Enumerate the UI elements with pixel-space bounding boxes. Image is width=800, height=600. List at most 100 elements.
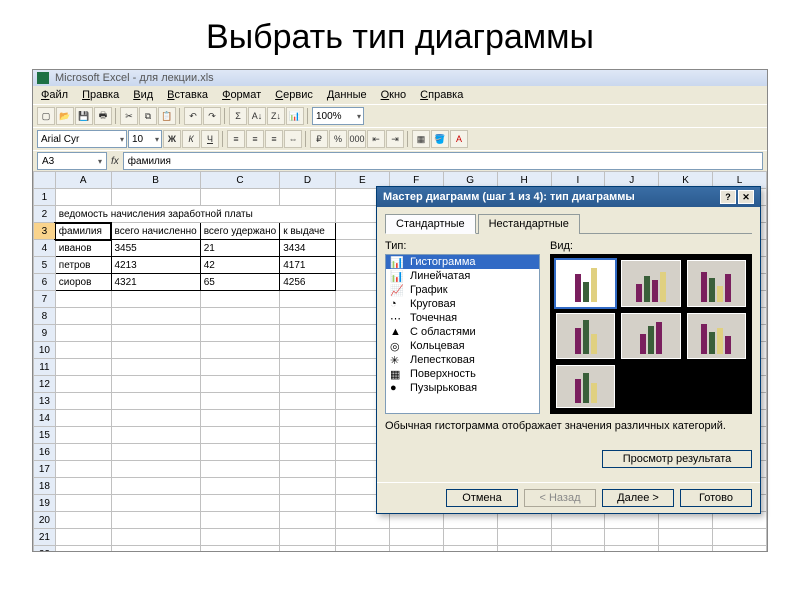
decrease-indent-icon[interactable]: ⇤ xyxy=(367,130,385,148)
cell[interactable]: к выдаче xyxy=(280,223,336,240)
cell[interactable] xyxy=(200,461,280,478)
back-button[interactable]: < Назад xyxy=(524,489,596,507)
cell[interactable] xyxy=(443,512,497,529)
cell[interactable] xyxy=(55,444,111,461)
currency-icon[interactable]: ₽ xyxy=(310,130,328,148)
cell[interactable] xyxy=(55,376,111,393)
chart-subtype-option[interactable] xyxy=(621,313,680,360)
font-size-combo[interactable]: 10 xyxy=(128,130,162,148)
cut-icon[interactable]: ✂ xyxy=(120,107,138,125)
cell[interactable] xyxy=(111,342,200,359)
row-header[interactable]: 4 xyxy=(34,240,56,257)
italic-icon[interactable]: К xyxy=(182,130,200,148)
cell[interactable] xyxy=(111,444,200,461)
chart-subtype-option[interactable] xyxy=(556,313,615,360)
row-header[interactable]: 1 xyxy=(34,189,56,206)
row-header[interactable]: 18 xyxy=(34,478,56,495)
cell[interactable] xyxy=(280,529,336,546)
cell[interactable] xyxy=(280,291,336,308)
cell[interactable]: 3455 xyxy=(111,240,200,257)
print-icon[interactable]: 🖶 xyxy=(94,107,112,125)
chart-type-item[interactable]: ●Пузырьковая xyxy=(386,381,539,395)
cancel-button[interactable]: Отмена xyxy=(446,489,518,507)
fx-icon[interactable]: fx xyxy=(111,156,119,167)
cell[interactable] xyxy=(659,529,713,546)
row-header[interactable]: 3 xyxy=(34,223,56,240)
merge-center-icon[interactable]: ⇔ xyxy=(284,130,302,148)
tab-standard[interactable]: Стандартные xyxy=(385,214,476,234)
cell[interactable]: 4256 xyxy=(280,274,336,291)
row-header[interactable]: 17 xyxy=(34,461,56,478)
menu-help[interactable]: Справка xyxy=(416,88,467,102)
cell[interactable] xyxy=(200,291,280,308)
cell[interactable] xyxy=(280,189,336,206)
dialog-titlebar[interactable]: Мастер диаграмм (шаг 1 из 4): тип диагра… xyxy=(377,187,760,207)
cell[interactable] xyxy=(55,189,111,206)
cell[interactable] xyxy=(55,529,111,546)
menu-insert[interactable]: Вставка xyxy=(163,88,212,102)
cell[interactable] xyxy=(443,546,497,552)
cell[interactable] xyxy=(551,546,605,552)
finish-button[interactable]: Готово xyxy=(680,489,752,507)
cell[interactable] xyxy=(55,308,111,325)
cell[interactable] xyxy=(200,546,280,552)
chart-subtype-option[interactable] xyxy=(621,260,680,307)
cell[interactable] xyxy=(55,495,111,512)
row-header[interactable]: 22 xyxy=(34,546,56,552)
cell[interactable]: петров xyxy=(55,257,111,274)
cell[interactable] xyxy=(55,427,111,444)
cell[interactable] xyxy=(200,427,280,444)
cell[interactable] xyxy=(55,291,111,308)
borders-icon[interactable]: ▦ xyxy=(412,130,430,148)
cell[interactable] xyxy=(443,529,497,546)
menu-file[interactable]: Файл xyxy=(37,88,72,102)
row-header[interactable]: 9 xyxy=(34,325,56,342)
cell[interactable] xyxy=(111,325,200,342)
column-header[interactable]: A xyxy=(55,172,111,189)
fill-color-icon[interactable]: 🪣 xyxy=(431,130,449,148)
row-header[interactable]: 21 xyxy=(34,529,56,546)
sort-desc-icon[interactable]: Z↓ xyxy=(267,107,285,125)
save-icon[interactable]: 💾 xyxy=(75,107,93,125)
chart-type-item[interactable]: 📊Гистограмма xyxy=(386,255,539,269)
cell[interactable] xyxy=(389,512,443,529)
cell[interactable] xyxy=(280,359,336,376)
cell[interactable] xyxy=(200,308,280,325)
cell[interactable] xyxy=(200,512,280,529)
cell[interactable] xyxy=(111,291,200,308)
chart-subtype-option[interactable] xyxy=(556,365,615,408)
cell[interactable] xyxy=(200,359,280,376)
align-center-icon[interactable]: ≡ xyxy=(246,130,264,148)
cell[interactable] xyxy=(200,325,280,342)
cell[interactable] xyxy=(335,529,389,546)
chart-type-item[interactable]: ▦Поверхность xyxy=(386,367,539,381)
cell[interactable] xyxy=(280,308,336,325)
row-header[interactable]: 8 xyxy=(34,308,56,325)
row-header[interactable]: 15 xyxy=(34,427,56,444)
cell[interactable] xyxy=(200,478,280,495)
autosum-icon[interactable]: Σ xyxy=(229,107,247,125)
column-header[interactable]: B xyxy=(111,172,200,189)
cell[interactable] xyxy=(111,478,200,495)
font-name-combo[interactable]: Arial Cyr xyxy=(37,130,127,148)
cell[interactable] xyxy=(605,529,659,546)
cell[interactable]: фамилия xyxy=(55,223,111,240)
cell[interactable] xyxy=(55,512,111,529)
close-icon[interactable]: ✕ xyxy=(738,190,754,204)
cell[interactable] xyxy=(280,495,336,512)
cell[interactable] xyxy=(389,529,443,546)
cell[interactable]: 21 xyxy=(200,240,280,257)
row-header[interactable]: 13 xyxy=(34,393,56,410)
cell[interactable] xyxy=(55,342,111,359)
menu-view[interactable]: Вид xyxy=(129,88,157,102)
cell[interactable] xyxy=(200,444,280,461)
cell[interactable] xyxy=(280,546,336,552)
cell[interactable] xyxy=(111,427,200,444)
chart-wizard-icon[interactable]: 📊 xyxy=(286,107,304,125)
underline-icon[interactable]: Ч xyxy=(201,130,219,148)
row-header[interactable]: 14 xyxy=(34,410,56,427)
cell[interactable] xyxy=(280,512,336,529)
cell[interactable] xyxy=(200,189,280,206)
cell[interactable] xyxy=(55,410,111,427)
row-header[interactable]: 16 xyxy=(34,444,56,461)
